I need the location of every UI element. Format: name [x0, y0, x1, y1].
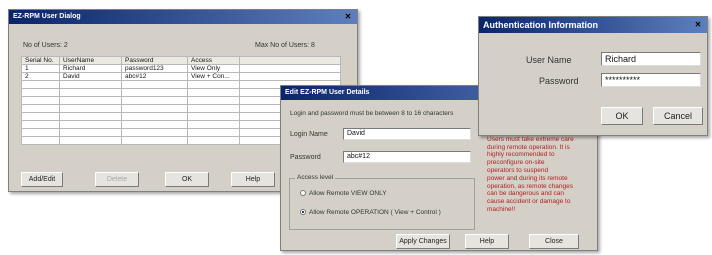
username-field[interactable]: Richard: [601, 52, 701, 66]
view-only-radio[interactable]: Allow Remote VIEW ONLY: [300, 190, 387, 197]
table-cell: password123: [121, 64, 188, 73]
users-table-header: Serial No. UserName Password Access: [21, 56, 341, 65]
apply-changes-button[interactable]: Apply Changes: [396, 234, 450, 249]
authentication-title: Authentication Information: [483, 20, 598, 30]
column-header-serial[interactable]: Serial No.: [21, 56, 60, 65]
credentials-instruction: Login and password must be between 8 to …: [290, 110, 454, 117]
details-close-button[interactable]: Close: [529, 234, 579, 249]
column-header-access[interactable]: Access: [187, 56, 240, 65]
table-cell: [239, 64, 341, 73]
table-cell: 2: [21, 72, 60, 81]
close-icon[interactable]: ✕: [343, 12, 353, 22]
ok-button[interactable]: OK: [165, 172, 209, 187]
operation-radio[interactable]: Allow Remote OPERATION ( View + Control …: [300, 209, 441, 216]
authentication-titlebar: Authentication Information ✕: [479, 17, 707, 33]
table-cell: View + Con...: [187, 72, 240, 81]
operation-warning-note: access. Users must take extreme care dur…: [487, 128, 574, 213]
auth-cancel-button[interactable]: Cancel: [653, 107, 703, 125]
access-level-label: Access level: [295, 174, 336, 181]
auth-password-field[interactable]: **********: [601, 73, 701, 87]
radio-icon: [300, 190, 306, 197]
password-field[interactable]: abc#12: [343, 151, 471, 163]
user-dialog-title: EZ-RPM User Dialog: [13, 13, 81, 20]
radio-selected-icon: [300, 209, 306, 216]
username-label: User Name: [526, 55, 572, 65]
auth-ok-button[interactable]: OK: [601, 107, 643, 125]
delete-button[interactable]: Delete: [95, 172, 139, 187]
column-header-password[interactable]: Password: [121, 56, 188, 65]
table-cell: [239, 72, 341, 81]
view-only-radio-label: Allow Remote VIEW ONLY: [309, 190, 387, 197]
table-cell: David: [59, 72, 122, 81]
authentication-window: Authentication Information ✕ User Name R…: [478, 16, 708, 136]
add-edit-button[interactable]: Add/Edit: [21, 172, 63, 187]
table-cell: abc#12: [121, 72, 188, 81]
details-help-button[interactable]: Help: [465, 234, 509, 249]
table-cell: View Only: [187, 64, 240, 73]
column-header-blank: [239, 56, 341, 65]
close-icon[interactable]: ✕: [693, 20, 703, 30]
access-level-group: Access level Allow Remote VIEW ONLY Allo…: [289, 174, 475, 230]
user-details-title: Edit EZ-RPM User Details: [285, 89, 370, 96]
table-cell: 1: [21, 64, 60, 73]
user-dialog-titlebar: EZ-RPM User Dialog ✕: [9, 10, 357, 24]
column-header-username[interactable]: UserName: [59, 56, 122, 65]
table-row[interactable]: 2 David abc#12 View + Con...: [21, 72, 341, 81]
table-cell: Richard: [59, 64, 122, 73]
max-users-label: Max No of Users: 8: [255, 42, 315, 49]
table-row[interactable]: 1 Richard password123 View Only: [21, 64, 341, 73]
operation-radio-label: Allow Remote OPERATION ( View + Control …: [309, 209, 441, 216]
password-label: Password: [290, 154, 321, 161]
user-count-label: No of Users: 2: [23, 42, 68, 49]
login-name-field[interactable]: David: [343, 128, 471, 140]
help-button[interactable]: Help: [231, 172, 275, 187]
auth-password-label: Password: [539, 76, 579, 86]
login-name-label: Login Name: [290, 131, 328, 138]
